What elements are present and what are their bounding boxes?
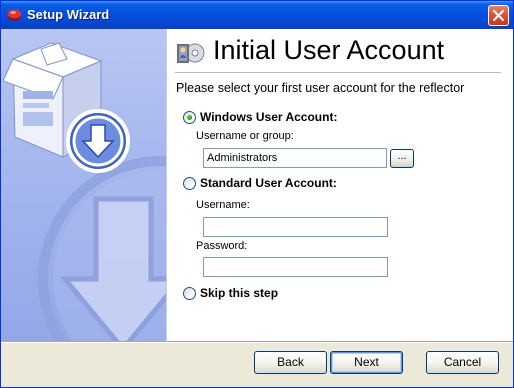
skip-step-label: Skip this step [200, 286, 279, 300]
page-subtitle: Please select your first user account fo… [176, 81, 465, 95]
password-input[interactable] [203, 257, 388, 277]
wizard-side-banner [1, 29, 166, 341]
title-bar[interactable]: Setup Wizard [1, 1, 513, 29]
footer-divider-highlight [1, 342, 513, 343]
windows-account-label: Windows User Account: [200, 110, 338, 124]
skip-step-radio[interactable] [183, 287, 196, 300]
window-title: Setup Wizard [27, 7, 110, 22]
page-title: Initial User Account [213, 35, 445, 65]
username-label: Username: [196, 199, 250, 211]
setup-icon [7, 9, 22, 21]
password-label: Password: [196, 240, 248, 252]
close-icon [492, 9, 505, 22]
setup-wizard-window: Setup Wizard Initial User Account Please… [0, 0, 514, 388]
cancel-button[interactable]: Cancel [426, 351, 499, 374]
username-input[interactable] [203, 217, 388, 237]
username-or-group-input[interactable]: Administrators [203, 148, 387, 168]
install-box-icon [2, 42, 166, 341]
back-button[interactable]: Back [254, 351, 327, 374]
next-button[interactable]: Next [330, 351, 403, 374]
username-or-group-label: Username or group: [196, 130, 294, 142]
standard-account-label: Standard User Account: [200, 176, 337, 190]
user-disc-icon [177, 43, 205, 63]
header-divider [175, 72, 501, 73]
windows-account-radio[interactable] [183, 111, 196, 124]
browse-button[interactable]: ... [390, 149, 414, 168]
close-button[interactable] [488, 5, 509, 26]
standard-account-radio[interactable] [183, 177, 196, 190]
wizard-page-content: Initial User Account Please select your … [167, 29, 513, 341]
